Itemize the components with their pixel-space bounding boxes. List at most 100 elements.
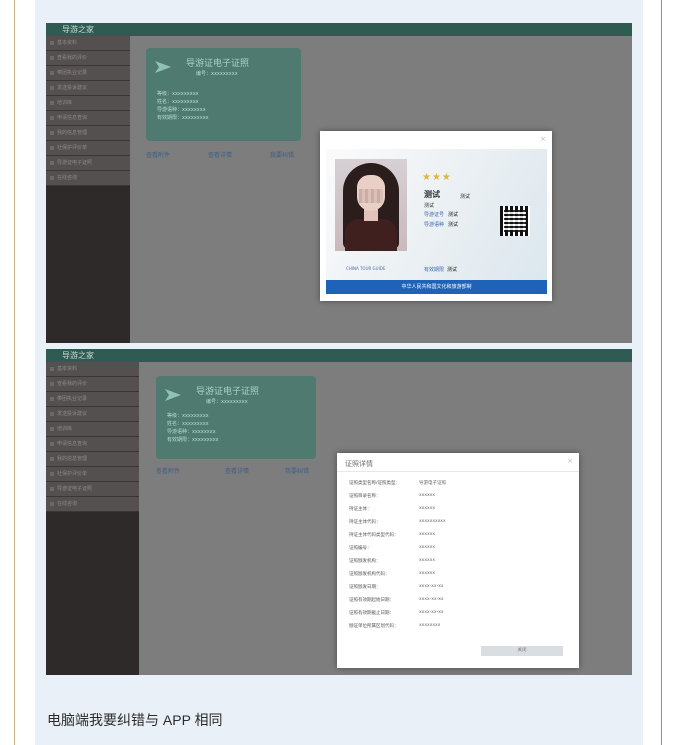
sidebar-item[interactable]: 在线咨询 <box>46 497 139 512</box>
license-icon <box>155 61 171 73</box>
sidebar-item[interactable]: 申请信息查询 <box>46 437 139 452</box>
guide-id-card: ★★★ 测试 测试 测试 导游证号 测试 导游语种 测试 CHINA TOUR GU… <box>326 149 547 294</box>
right-border <box>661 0 662 745</box>
license-field: 有效期限：xxxxxxxxx <box>167 437 219 443</box>
sidebar: 基本资料 查看我的评价 带团执业记录 发送投诉建议 培训库 申请信息查询 我的信… <box>46 36 130 343</box>
detail-value: 导游电子证照 <box>419 481 446 486</box>
license-field: 有效期限：xxxxxxxxx <box>157 115 209 121</box>
top-bar: 导游之家 <box>46 349 632 362</box>
menu-icon <box>50 381 54 386</box>
detail-key: 证照有效期截止日期： <box>349 611 394 616</box>
detail-value: xxxxxx <box>419 506 435 511</box>
sidebar-item[interactable]: 带团执业记录 <box>46 392 139 407</box>
menu-icon <box>50 175 54 180</box>
sidebar-item[interactable]: 我的信息管理 <box>46 452 139 467</box>
view-details-link[interactable]: 查看详情 <box>225 466 249 475</box>
sidebar-item[interactable]: 导游证电子证照 <box>46 156 130 171</box>
menu-icon <box>50 145 54 150</box>
detail-key: 证照编号： <box>349 546 372 551</box>
detail-key: 证照颁发日期： <box>349 585 381 590</box>
detail-row: 证照有效期起始日期： xxxx-xx-xx <box>349 594 571 607</box>
license-number-label: 编号： <box>206 399 222 405</box>
license-detail-modal: 证照详情 × 证照类型名称/证照类型： 导游电子证照 证照目录名称： xxxxxx … <box>337 453 579 668</box>
close-button[interactable]: 关闭 <box>481 646 563 656</box>
report-error-link[interactable]: 我要纠错 <box>285 466 309 475</box>
license-number-value: xxxxxxxxx <box>221 399 248 405</box>
detail-row: 证照颁发日期： xxxx-xx-xx <box>349 581 571 594</box>
brand-title: 导游之家 <box>62 351 94 360</box>
sidebar-item-label: 基本资料 <box>57 366 78 372</box>
menu-icon <box>50 70 54 75</box>
sidebar-item[interactable]: 发送投诉建议 <box>46 81 130 96</box>
license-fields: 等级：xxxxxxxxx 姓名：xxxxxxxxx 导游语种：xxxxxxxx … <box>157 90 209 122</box>
sidebar-item[interactable]: 我的信息管理 <box>46 126 130 141</box>
detail-key: 持证主体： <box>349 507 372 512</box>
detail-key: 持证主体代码： <box>349 520 381 525</box>
sidebar-item-label: 导游证电子证照 <box>57 486 93 492</box>
sidebar-item[interactable]: 导游证电子证照 <box>46 482 139 497</box>
license-field: 导游语种：xxxxxxxx <box>167 429 216 435</box>
modal-title: 证照详情 <box>345 460 373 468</box>
detail-value: xxxxxx <box>419 493 435 498</box>
sidebar-item[interactable]: 申请信息查询 <box>46 111 130 126</box>
menu-icon <box>50 40 54 45</box>
close-icon[interactable]: × <box>540 135 546 143</box>
menu-icon <box>50 456 54 461</box>
menu-icon <box>50 441 54 446</box>
license-card[interactable]: 导游证电子证照 编号：xxxxxxxxx 等级：xxxxxxxxx 姓名：xxx… <box>146 48 301 141</box>
detail-value: xxxx-xx-xx <box>419 610 444 615</box>
sidebar-item-label: 带团执业记录 <box>57 70 88 76</box>
sidebar-item-label: 我的信息管理 <box>57 130 88 136</box>
sidebar-item[interactable]: 社保护评价单 <box>46 141 130 156</box>
menu-icon <box>50 396 54 401</box>
menu-icon <box>50 426 54 431</box>
license-title: 导游证电子证照 <box>196 387 260 397</box>
sidebar-item[interactable]: 培训库 <box>46 96 130 111</box>
detail-list: 证照类型名称/证照类型： 导游电子证照 证照目录名称： xxxxxx 持证主体： xx… <box>349 477 571 633</box>
detail-row: 持证主体代码： xxxxxxxxxx <box>349 516 571 529</box>
sidebar-item[interactable]: 基本资料 <box>46 362 139 377</box>
sidebar-item[interactable]: 培训库 <box>46 422 139 437</box>
report-error-link[interactable]: 我要纠错 <box>270 150 294 159</box>
license-number-value: xxxxxxxxx <box>211 71 238 77</box>
holder-gender: 测试 <box>424 203 435 209</box>
detail-row: 证照有效期截止日期： xxxx-xx-xx <box>349 607 571 620</box>
license-field: 等级：xxxxxxxxx <box>157 91 199 97</box>
sidebar-item-label: 在线咨询 <box>57 501 78 507</box>
license-card[interactable]: 导游证电子证照 编号：xxxxxxxxx 等级：xxxxxxxxx 姓名：xxx… <box>156 376 316 459</box>
sidebar-item[interactable]: 社保护评价单 <box>46 467 139 482</box>
license-field: 姓名：xxxxxxxxx <box>157 99 199 105</box>
portrait-photo <box>335 159 407 251</box>
detail-value: xxxxxx <box>419 545 435 550</box>
sidebar-item[interactable]: 基本资料 <box>46 36 130 51</box>
row-label: 有效期限 <box>424 267 445 273</box>
sidebar-item-label: 查看我的评价 <box>57 55 88 61</box>
sidebar-item[interactable]: 查看我的评价 <box>46 377 139 392</box>
guide-number-row: 导游证号 测试 <box>424 211 458 218</box>
china-tour-guide-label: CHINA TOUR GUIDE <box>346 266 386 271</box>
top-bar: 导游之家 <box>46 23 632 36</box>
close-icon[interactable]: × <box>567 457 573 465</box>
article-frame: 导游之家 基本资料 查看我的评价 带团执业记录 发送投诉建议 培训库 申请信息查… <box>0 0 679 745</box>
detail-value: xxxxxx <box>419 558 435 563</box>
menu-icon <box>50 55 54 60</box>
sidebar-item[interactable]: 查看我的评价 <box>46 51 130 66</box>
view-details-link[interactable]: 查看详情 <box>208 150 232 159</box>
license-title: 导游证电子证照 <box>186 59 250 69</box>
license-field: 姓名：xxxxxxxxx <box>167 421 209 427</box>
view-attachment-link[interactable]: 查看附件 <box>156 466 180 475</box>
detail-key: 持证主体代码类型代码： <box>349 533 399 538</box>
sidebar-item[interactable]: 在线咨询 <box>46 171 130 186</box>
row-label: 导游证号 <box>424 212 445 218</box>
row-value: 测试 <box>447 267 458 273</box>
view-attachment-link[interactable]: 查看附件 <box>146 150 170 159</box>
menu-icon <box>50 160 54 165</box>
row-value: 测试 <box>448 212 459 218</box>
detail-key: 证照颁发机构代码： <box>349 572 390 577</box>
sidebar-item[interactable]: 发送投诉建议 <box>46 407 139 422</box>
screenshot-card-modal: 导游之家 基本资料 查看我的评价 带团执业记录 发送投诉建议 培训库 申请信息查… <box>46 23 632 343</box>
detail-row: 持证主体： xxxxxx <box>349 503 571 516</box>
sidebar-item[interactable]: 带团执业记录 <box>46 66 130 81</box>
license-number-label: 编号： <box>196 71 212 77</box>
menu-icon <box>50 85 54 90</box>
